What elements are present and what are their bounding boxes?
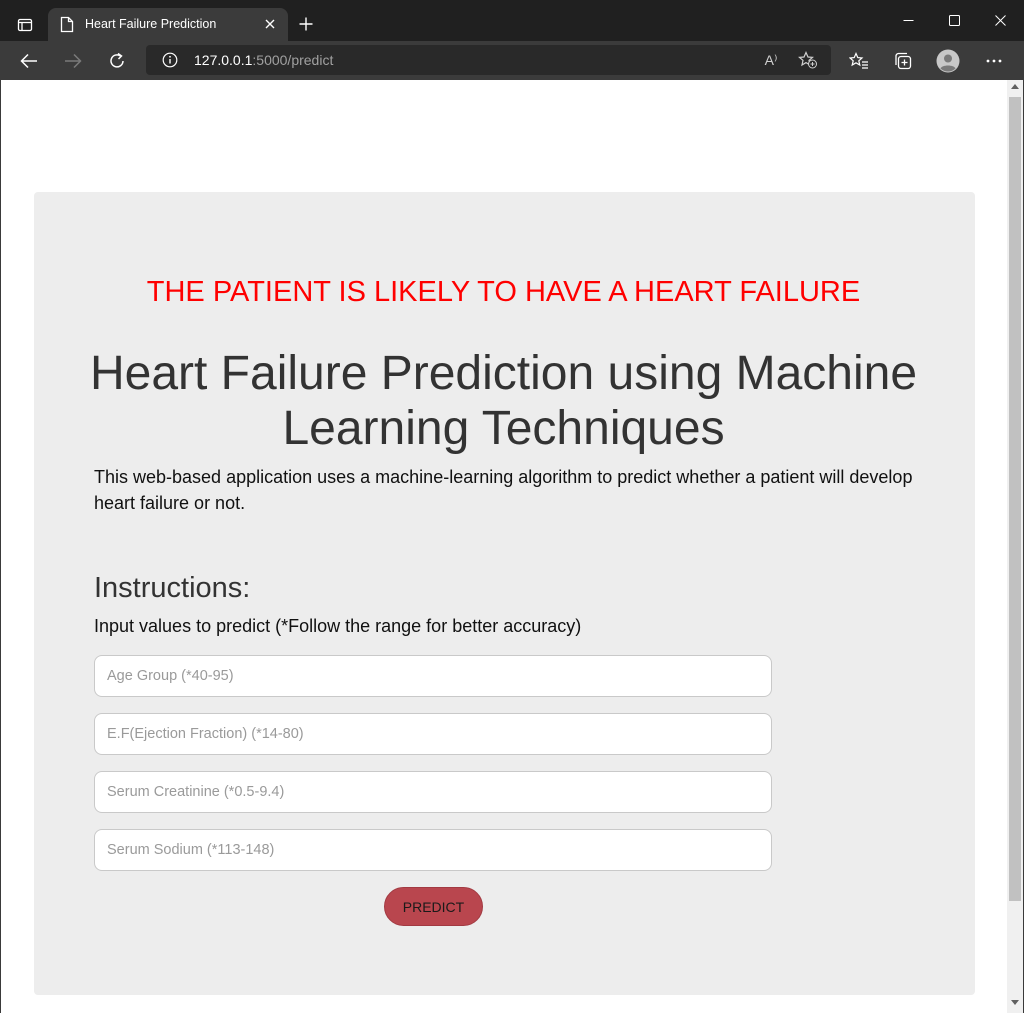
vertical-scrollbar[interactable] xyxy=(1007,80,1024,1013)
page-viewport: THE PATIENT IS LIKELY TO HAVE A HEART FA… xyxy=(0,80,1007,1013)
serum-sodium-input[interactable] xyxy=(94,829,772,871)
page-icon xyxy=(60,16,76,34)
more-icon xyxy=(986,59,1002,63)
browser-tab[interactable]: Heart Failure Prediction xyxy=(48,8,288,41)
url-path: :5000/predict xyxy=(252,52,334,68)
close-icon[interactable] xyxy=(262,16,278,32)
read-aloud-icon[interactable]: A⁾ xyxy=(760,49,782,71)
forward-button[interactable] xyxy=(60,48,86,74)
instructions-text: Input values to predict (*Follow the ran… xyxy=(94,616,582,636)
add-favorite-icon[interactable] xyxy=(797,49,819,71)
back-button[interactable] xyxy=(16,48,42,74)
age-group-input[interactable] xyxy=(94,655,772,697)
scroll-up-arrow-icon[interactable] xyxy=(1011,84,1019,89)
maximize-icon xyxy=(948,15,960,26)
prediction-result: THE PATIENT IS LIKELY TO HAVE A HEART FA… xyxy=(146,276,861,308)
scroll-thumb[interactable] xyxy=(1009,97,1021,901)
favorites-icon xyxy=(849,52,868,69)
close-icon xyxy=(994,15,1006,26)
info-icon[interactable] xyxy=(162,52,178,68)
favorites-button[interactable] xyxy=(846,48,872,74)
minimize-button[interactable] xyxy=(885,0,931,41)
url-host: 127.0.0.1 xyxy=(194,52,253,68)
profile-icon xyxy=(936,49,960,73)
back-arrow-icon xyxy=(20,53,37,69)
tab-actions-icon[interactable] xyxy=(10,10,40,40)
app-description: This web-based application uses a machin… xyxy=(94,467,913,513)
refresh-button[interactable] xyxy=(104,48,130,74)
serum-creatinine-input[interactable] xyxy=(94,771,772,813)
scroll-down-arrow-icon[interactable] xyxy=(1011,1000,1019,1005)
read-aloud-glyph: A⁾ xyxy=(764,51,778,68)
plus-icon xyxy=(299,17,313,31)
collections-icon xyxy=(895,52,912,70)
tab-title: Heart Failure Prediction xyxy=(85,17,217,31)
predict-button[interactable]: PREDICT xyxy=(384,887,483,926)
maximize-button[interactable] xyxy=(931,0,977,41)
page-title: Heart Failure Prediction using Machine L… xyxy=(89,347,918,455)
prediction-card: THE PATIENT IS LIKELY TO HAVE A HEART FA… xyxy=(34,192,975,995)
collections-button[interactable] xyxy=(890,48,916,74)
address-bar[interactable]: 127.0.0.1:5000/predict A⁾ xyxy=(146,45,831,75)
new-tab-button[interactable] xyxy=(294,12,318,36)
ejection-fraction-input[interactable] xyxy=(94,713,772,755)
url-text[interactable]: 127.0.0.1:5000/predict xyxy=(194,52,333,68)
minimize-icon xyxy=(903,20,913,21)
forward-arrow-icon xyxy=(65,53,82,69)
refresh-icon xyxy=(110,52,124,68)
window-close-button[interactable] xyxy=(977,0,1023,41)
browser-titlebar: Heart Failure Prediction xyxy=(0,0,1024,41)
more-button[interactable] xyxy=(981,48,1007,74)
instructions-heading: Instructions: xyxy=(94,572,251,604)
profile-button[interactable] xyxy=(935,48,961,74)
